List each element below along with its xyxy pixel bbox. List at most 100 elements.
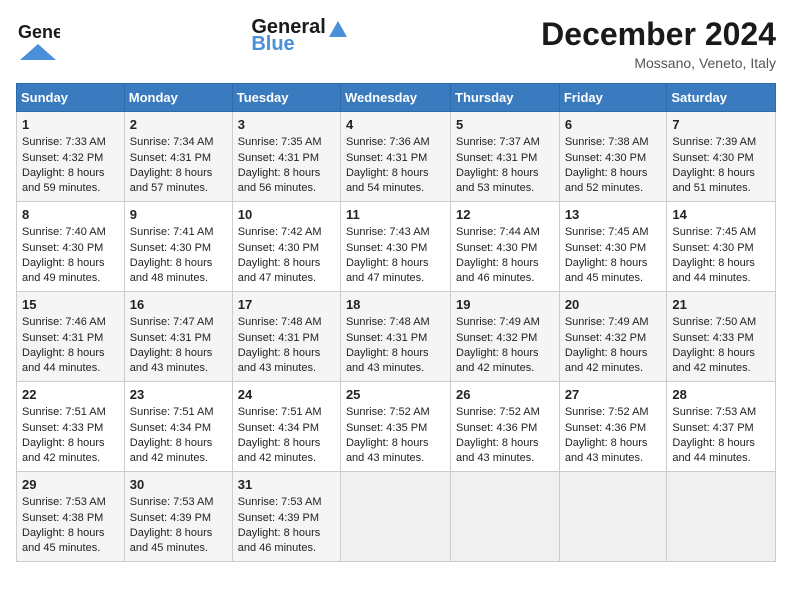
sunset-label: Sunset: 4:39 PM	[238, 512, 319, 524]
calendar-cell: 31 Sunrise: 7:53 AM Sunset: 4:39 PM Dayl…	[232, 472, 340, 562]
sunset-label: Sunset: 4:30 PM	[346, 242, 427, 254]
daylight-label: Daylight: 8 hours and 56 minutes.	[238, 167, 321, 194]
day-number: 19	[456, 296, 554, 314]
month-title: December 2024	[541, 16, 776, 53]
sunset-label: Sunset: 4:35 PM	[346, 422, 427, 434]
sunrise-label: Sunrise: 7:37 AM	[456, 136, 540, 148]
sunrise-label: Sunrise: 7:52 AM	[565, 406, 649, 418]
calendar-cell: 24 Sunrise: 7:51 AM Sunset: 4:34 PM Dayl…	[232, 382, 340, 472]
sunset-label: Sunset: 4:30 PM	[565, 152, 646, 164]
calendar-cell: 26 Sunrise: 7:52 AM Sunset: 4:36 PM Dayl…	[451, 382, 560, 472]
sunset-label: Sunset: 4:36 PM	[565, 422, 646, 434]
calendar-header-cell: Friday	[559, 84, 667, 112]
day-number: 13	[565, 206, 662, 224]
sunrise-label: Sunrise: 7:40 AM	[22, 226, 106, 238]
daylight-label: Daylight: 8 hours and 47 minutes.	[238, 257, 321, 284]
day-number: 29	[22, 476, 119, 494]
day-number: 31	[238, 476, 335, 494]
sunset-label: Sunset: 4:30 PM	[456, 242, 537, 254]
daylight-label: Daylight: 8 hours and 51 minutes.	[672, 167, 755, 194]
day-number: 5	[456, 116, 554, 134]
logo-text-block: General Blue	[251, 16, 349, 56]
calendar-cell: 2 Sunrise: 7:34 AM Sunset: 4:31 PM Dayli…	[124, 112, 232, 202]
sunset-label: Sunset: 4:31 PM	[22, 332, 103, 344]
sunrise-label: Sunrise: 7:53 AM	[672, 406, 756, 418]
sunset-label: Sunset: 4:30 PM	[565, 242, 646, 254]
sunrise-label: Sunrise: 7:49 AM	[565, 316, 649, 328]
sunset-label: Sunset: 4:31 PM	[238, 152, 319, 164]
sunrise-label: Sunrise: 7:53 AM	[130, 496, 214, 508]
calendar-cell: 4 Sunrise: 7:36 AM Sunset: 4:31 PM Dayli…	[340, 112, 450, 202]
calendar-cell: 19 Sunrise: 7:49 AM Sunset: 4:32 PM Dayl…	[451, 292, 560, 382]
calendar-header: SundayMondayTuesdayWednesdayThursdayFrid…	[17, 84, 776, 112]
day-number: 3	[238, 116, 335, 134]
sunset-label: Sunset: 4:31 PM	[130, 332, 211, 344]
calendar-header-cell: Tuesday	[232, 84, 340, 112]
sunrise-label: Sunrise: 7:46 AM	[22, 316, 106, 328]
calendar-cell: 8 Sunrise: 7:40 AM Sunset: 4:30 PM Dayli…	[17, 202, 125, 292]
calendar-cell: 1 Sunrise: 7:33 AM Sunset: 4:32 PM Dayli…	[17, 112, 125, 202]
calendar-header-row: SundayMondayTuesdayWednesdayThursdayFrid…	[17, 84, 776, 112]
sunrise-label: Sunrise: 7:51 AM	[130, 406, 214, 418]
calendar-cell: 11 Sunrise: 7:43 AM Sunset: 4:30 PM Dayl…	[340, 202, 450, 292]
sunset-label: Sunset: 4:31 PM	[130, 152, 211, 164]
daylight-label: Daylight: 8 hours and 43 minutes.	[238, 347, 321, 374]
sunset-label: Sunset: 4:38 PM	[22, 512, 103, 524]
daylight-label: Daylight: 8 hours and 42 minutes.	[456, 347, 539, 374]
daylight-label: Daylight: 8 hours and 46 minutes.	[238, 527, 321, 554]
calendar-cell	[667, 472, 776, 562]
sunrise-label: Sunrise: 7:51 AM	[238, 406, 322, 418]
day-number: 21	[672, 296, 770, 314]
calendar-cell: 28 Sunrise: 7:53 AM Sunset: 4:37 PM Dayl…	[667, 382, 776, 472]
day-number: 20	[565, 296, 662, 314]
daylight-label: Daylight: 8 hours and 45 minutes.	[22, 527, 105, 554]
daylight-label: Daylight: 8 hours and 57 minutes.	[130, 167, 213, 194]
calendar-cell	[340, 472, 450, 562]
daylight-label: Daylight: 8 hours and 42 minutes.	[238, 437, 321, 464]
daylight-label: Daylight: 8 hours and 42 minutes.	[130, 437, 213, 464]
sunrise-label: Sunrise: 7:39 AM	[672, 136, 756, 148]
sunrise-label: Sunrise: 7:34 AM	[130, 136, 214, 148]
sunrise-label: Sunrise: 7:51 AM	[22, 406, 106, 418]
calendar-cell: 13 Sunrise: 7:45 AM Sunset: 4:30 PM Dayl…	[559, 202, 667, 292]
daylight-label: Daylight: 8 hours and 43 minutes.	[456, 437, 539, 464]
day-number: 6	[565, 116, 662, 134]
calendar-cell: 29 Sunrise: 7:53 AM Sunset: 4:38 PM Dayl…	[17, 472, 125, 562]
daylight-label: Daylight: 8 hours and 52 minutes.	[565, 167, 648, 194]
day-number: 10	[238, 206, 335, 224]
daylight-label: Daylight: 8 hours and 48 minutes.	[130, 257, 213, 284]
sunrise-label: Sunrise: 7:50 AM	[672, 316, 756, 328]
calendar-cell: 9 Sunrise: 7:41 AM Sunset: 4:30 PM Dayli…	[124, 202, 232, 292]
sunset-label: Sunset: 4:30 PM	[238, 242, 319, 254]
daylight-label: Daylight: 8 hours and 45 minutes.	[130, 527, 213, 554]
sunset-label: Sunset: 4:32 PM	[456, 332, 537, 344]
sunrise-label: Sunrise: 7:47 AM	[130, 316, 214, 328]
sunrise-label: Sunrise: 7:38 AM	[565, 136, 649, 148]
sunrise-label: Sunrise: 7:52 AM	[456, 406, 540, 418]
day-number: 14	[672, 206, 770, 224]
sunset-label: Sunset: 4:33 PM	[672, 332, 753, 344]
daylight-label: Daylight: 8 hours and 44 minutes.	[672, 257, 755, 284]
day-number: 1	[22, 116, 119, 134]
day-number: 11	[346, 206, 445, 224]
sunset-label: Sunset: 4:31 PM	[238, 332, 319, 344]
calendar-table: SundayMondayTuesdayWednesdayThursdayFrid…	[16, 83, 776, 562]
calendar-cell: 12 Sunrise: 7:44 AM Sunset: 4:30 PM Dayl…	[451, 202, 560, 292]
calendar-cell: 22 Sunrise: 7:51 AM Sunset: 4:33 PM Dayl…	[17, 382, 125, 472]
day-number: 25	[346, 386, 445, 404]
sunset-label: Sunset: 4:32 PM	[22, 152, 103, 164]
day-number: 30	[130, 476, 227, 494]
day-number: 12	[456, 206, 554, 224]
calendar-cell	[559, 472, 667, 562]
sunrise-label: Sunrise: 7:44 AM	[456, 226, 540, 238]
sunrise-label: Sunrise: 7:49 AM	[456, 316, 540, 328]
calendar-header-cell: Wednesday	[340, 84, 450, 112]
sunset-label: Sunset: 4:32 PM	[565, 332, 646, 344]
calendar-header-cell: Monday	[124, 84, 232, 112]
day-number: 7	[672, 116, 770, 134]
calendar-week-row: 1 Sunrise: 7:33 AM Sunset: 4:32 PM Dayli…	[17, 112, 776, 202]
calendar-cell: 17 Sunrise: 7:48 AM Sunset: 4:31 PM Dayl…	[232, 292, 340, 382]
day-number: 24	[238, 386, 335, 404]
calendar-cell: 5 Sunrise: 7:37 AM Sunset: 4:31 PM Dayli…	[451, 112, 560, 202]
location: Mossano, Veneto, Italy	[541, 55, 776, 71]
